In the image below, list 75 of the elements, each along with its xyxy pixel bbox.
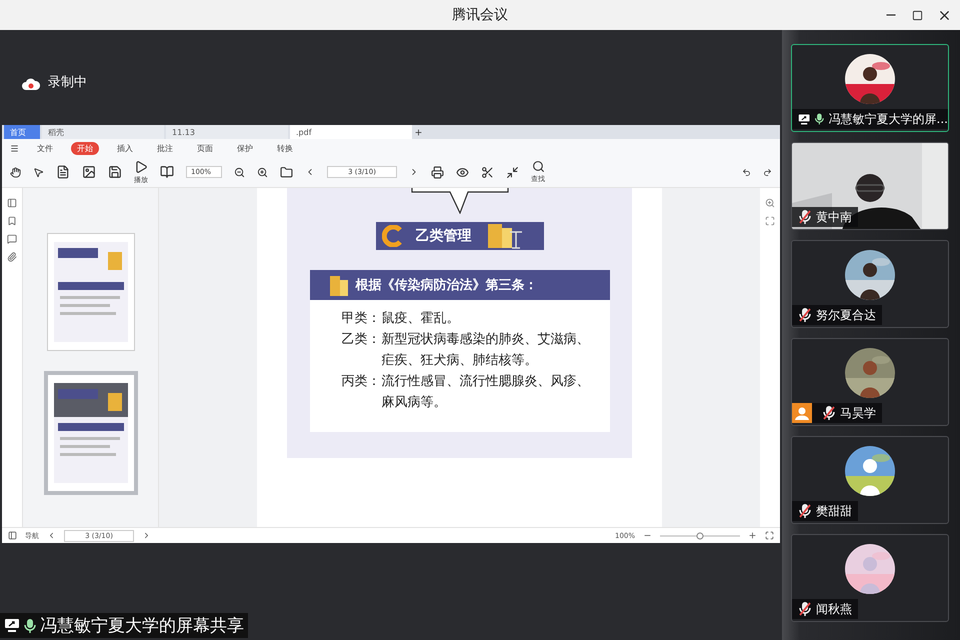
participant-name: 樊甜甜 bbox=[816, 502, 852, 520]
menu-item[interactable]: 转换 bbox=[271, 142, 299, 154]
hand-icon[interactable] bbox=[10, 166, 21, 178]
menu-item[interactable]: 开始 bbox=[71, 142, 99, 154]
compress-icon[interactable] bbox=[506, 166, 519, 178]
muted-microphone-icon bbox=[798, 209, 812, 225]
participant-tile[interactable]: 冯慧敏宁夏大学的屏... bbox=[791, 44, 949, 132]
muted-microphone-icon bbox=[798, 601, 812, 617]
participant-name: 闻秋燕 bbox=[816, 600, 852, 618]
microphone-icon bbox=[23, 618, 37, 634]
caption-text: 冯慧敏宁夏大学的屏幕共享 bbox=[40, 615, 244, 637]
zoom-in-icon[interactable] bbox=[257, 166, 268, 178]
participant-name: 冯慧敏宁夏大学的屏... bbox=[828, 110, 948, 128]
cloud-record-icon bbox=[22, 77, 40, 91]
fullscreen-icon[interactable] bbox=[765, 531, 774, 540]
recording-label: 录制中 bbox=[48, 74, 87, 91]
section-banner: 乙类管理 bbox=[376, 222, 544, 250]
category-label: 乙类： bbox=[342, 331, 382, 349]
participant-tile[interactable]: 黄中南 bbox=[791, 142, 949, 230]
microphone-icon bbox=[814, 111, 825, 127]
printer-icon[interactable] bbox=[431, 166, 444, 178]
category-label: 丙类： bbox=[342, 373, 382, 391]
document-icon[interactable] bbox=[56, 165, 70, 179]
menu-item[interactable]: 插入 bbox=[111, 142, 139, 154]
document-tab[interactable]: .pdf bbox=[290, 125, 412, 139]
category-text: 鼠疫、霍乱。 bbox=[382, 310, 460, 328]
document-tab[interactable]: 11.13 bbox=[166, 125, 288, 139]
participant-name: 努尔夏合达 bbox=[816, 306, 876, 324]
category-text: 新型冠状病毒感染的肺炎、艾滋病、疟疾、狂犬病、肺结核等。 bbox=[382, 331, 590, 370]
participant-name: 马昊学 bbox=[840, 404, 876, 422]
previous-page-icon[interactable] bbox=[47, 531, 56, 540]
document-tab[interactable]: 首页 bbox=[4, 125, 40, 139]
screen-share-icon bbox=[798, 112, 810, 126]
maximize-icon[interactable] bbox=[912, 10, 923, 20]
scissors-icon[interactable] bbox=[481, 166, 494, 178]
thumbnails-icon[interactable] bbox=[7, 198, 17, 208]
muted-microphone-icon bbox=[798, 307, 812, 323]
menu-item[interactable]: 保护 bbox=[231, 142, 259, 154]
attachment-icon[interactable] bbox=[7, 252, 17, 262]
category-label: 甲类： bbox=[342, 310, 382, 328]
page-thumbnail[interactable] bbox=[46, 233, 134, 351]
participant-tile[interactable]: 马昊学 bbox=[791, 338, 949, 426]
participant-tile[interactable]: 努尔夏合达 bbox=[791, 240, 949, 328]
document-tab[interactable]: 稻壳 bbox=[42, 125, 164, 139]
next-page-icon[interactable] bbox=[142, 531, 151, 540]
page-thumbnail[interactable] bbox=[44, 371, 138, 495]
play-icon[interactable] bbox=[134, 160, 148, 174]
participant-name: 黄中南 bbox=[816, 208, 852, 226]
muted-microphone-icon bbox=[822, 405, 836, 421]
menu-icon[interactable] bbox=[10, 144, 19, 152]
pointer-icon[interactable] bbox=[33, 166, 44, 178]
menu-item[interactable]: 页面 bbox=[191, 142, 219, 154]
eye-icon[interactable] bbox=[456, 166, 469, 178]
navigation-icon[interactable] bbox=[8, 531, 17, 540]
book-icon[interactable] bbox=[160, 165, 174, 179]
participant-tile[interactable]: 樊甜甜 bbox=[791, 436, 949, 524]
ring-icon bbox=[382, 225, 404, 247]
search-icon[interactable] bbox=[532, 160, 544, 173]
comment-icon[interactable] bbox=[7, 234, 17, 244]
zoom-out-icon[interactable] bbox=[234, 166, 245, 178]
fit-icon[interactable] bbox=[765, 216, 775, 226]
screen-share-icon bbox=[4, 618, 20, 633]
participant-tile[interactable]: 闻秋燕 bbox=[791, 534, 949, 622]
zoom-slider-drawing[interactable] bbox=[660, 532, 740, 540]
bookmark-icon[interactable] bbox=[7, 216, 17, 226]
menu-item[interactable]: 文件 bbox=[31, 142, 59, 154]
menu-item[interactable]: 批注 bbox=[151, 142, 179, 154]
image-icon[interactable] bbox=[82, 165, 96, 179]
muted-microphone-icon bbox=[798, 503, 812, 519]
undo-icon[interactable] bbox=[742, 168, 751, 176]
redo-icon[interactable] bbox=[763, 168, 772, 176]
window-title: 腾讯会议 bbox=[452, 6, 508, 24]
category-text: 流行性感冒、流行性腮腺炎、风疹、麻风病等。 bbox=[382, 373, 590, 412]
folder-icon[interactable] bbox=[280, 166, 293, 178]
heading-banner: 根据《传染病防治法》第三条： bbox=[310, 270, 610, 300]
